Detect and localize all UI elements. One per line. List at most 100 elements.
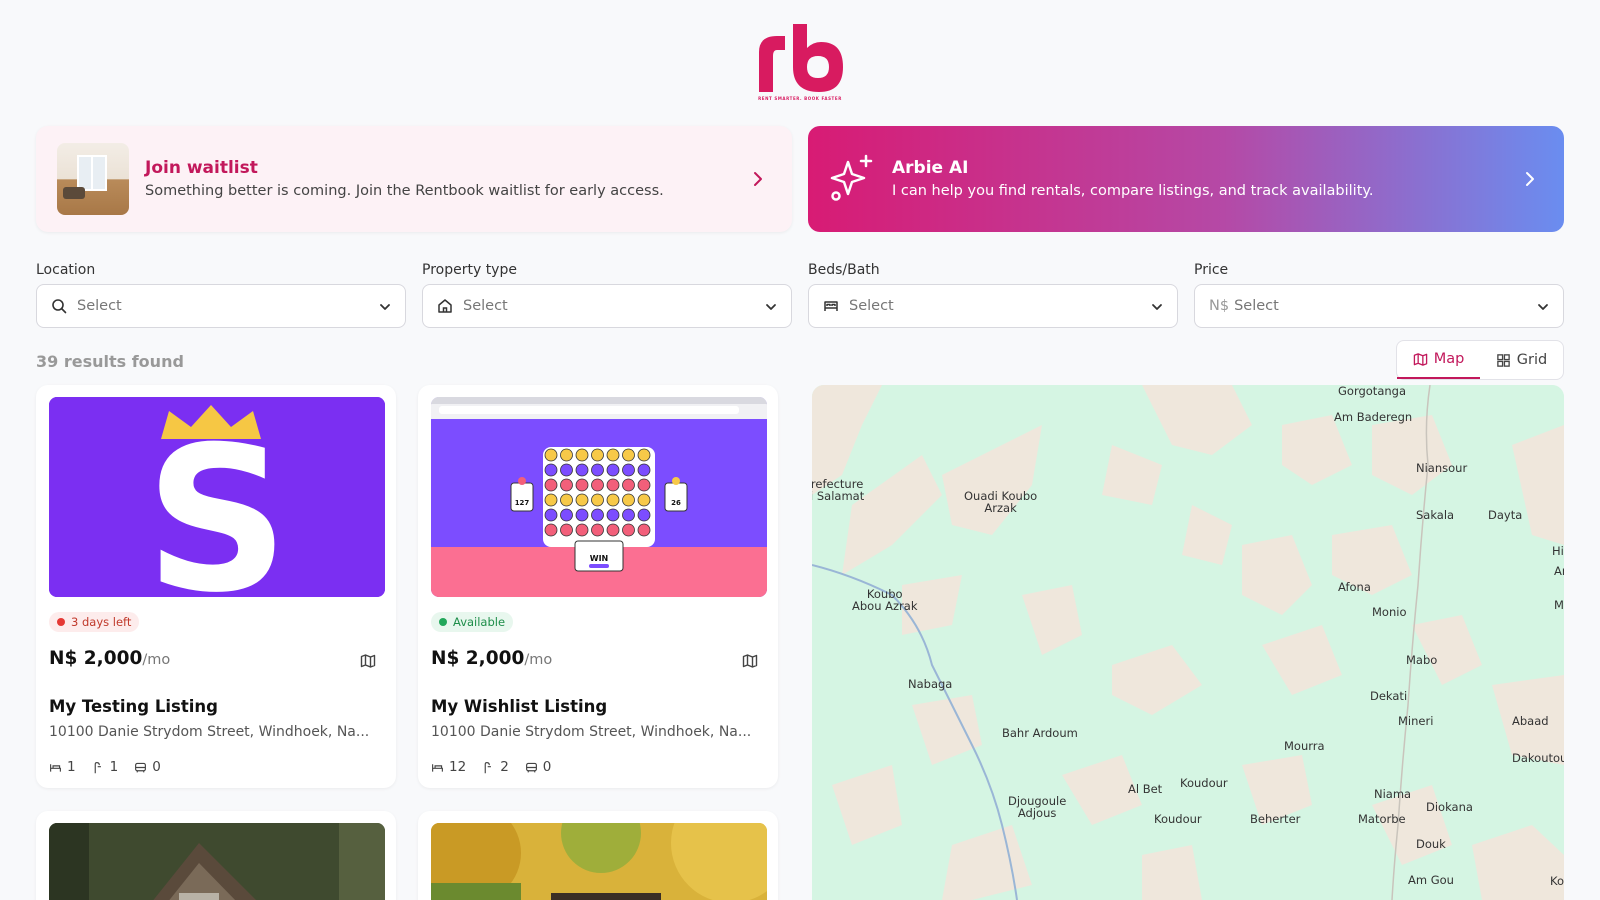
game-disc [591,523,604,537]
map-place-label: refecture i Salamat [812,477,865,503]
listing-title[interactable]: My Wishlist Listing [431,697,607,716]
chevron-down-icon [1152,304,1162,310]
parking-count: 0 [525,759,551,775]
game-screenshot-image: 127 26 WIN [431,397,767,597]
map-place-label: Koudour [1180,776,1228,790]
map-place-label: Mineri [1398,714,1434,728]
baths-value: 2 [500,759,509,775]
game-disc [544,463,558,477]
property-type-placeholder: Select [463,298,508,314]
game-disc [591,508,604,522]
status-badge: 3 days left [49,612,140,632]
status-text: 3 days left [71,615,132,629]
game-disc [606,463,620,477]
map-place-label: Afona [1338,580,1371,594]
price-label: Price [1194,262,1229,278]
listing-title[interactable]: My Testing Listing [49,697,218,716]
baths-count: 1 [92,759,119,775]
status-badge: Available [431,612,514,632]
map-place-label: Monio [1372,605,1407,619]
game-disc [606,448,620,462]
map-place-label: Al Bet [1128,782,1163,796]
listing-card[interactable]: 127 26 WIN Available N$ 2,000/mo My Wish… [418,385,778,788]
game-disc [560,463,573,477]
listing-image [49,823,385,900]
shower-icon [484,761,492,773]
price-placeholder: Select [1234,298,1279,314]
game-disc [606,508,620,522]
game-disc [591,448,604,462]
arbie-ai-banner[interactable]: Arbie AI I can help you find rentals, co… [808,126,1564,232]
game-disc [622,448,635,462]
game-disc [575,463,589,477]
map-place-label: Mabo [1554,598,1564,612]
map-place-label: Niansour [1416,461,1468,475]
beds-value: 12 [449,759,467,775]
listing-card[interactable] [418,811,778,900]
baths-value: 1 [109,759,119,775]
beds-bath-select[interactable]: Select [808,284,1178,328]
game-disc [560,478,573,492]
game-disc [544,523,558,537]
map-place-label: Mabo [1406,653,1438,667]
svg-text:S: S [145,404,289,597]
map-icon[interactable] [742,653,758,669]
s-brand-image: S [49,397,385,597]
game-disc [606,478,620,492]
map-view-button[interactable]: Map [1397,341,1480,379]
property-type-label: Property type [422,262,517,278]
map-place-label: Nabaga [908,677,953,691]
chevron-down-icon [380,304,390,310]
chevron-right-icon [1526,172,1534,186]
location-select[interactable]: Select [36,284,406,328]
car-icon [135,762,147,772]
game-disc [622,523,635,537]
listing-card[interactable]: S 3 days left N$ 2,000/mo My Testing Lis… [36,385,396,788]
game-disc [637,448,651,462]
logo-tagline: RENT SMARTER. BOOK FASTER [758,96,842,101]
join-waitlist-banner[interactable]: Join waitlist Something better is coming… [36,126,792,232]
bed-icon [432,763,443,772]
search-icon [52,299,67,314]
bed-icon [824,301,838,311]
price-filter: Price N$ Select [1194,262,1564,328]
price-select[interactable]: N$ Select [1194,284,1564,328]
beds-bath-placeholder: Select [849,298,894,314]
map-place-label: Hidjelid [1552,544,1564,558]
map-place-label: Niama [1374,787,1412,801]
map-place-label: Am Mal [1554,564,1564,578]
grid-view-button[interactable]: Grid [1480,341,1563,379]
rentbook-logo[interactable]: RENT SMARTER. BOOK FASTER [754,22,846,104]
beds-value: 1 [67,759,76,775]
game-disc [575,493,589,507]
map-place-label: Koudour [1154,812,1202,826]
score-right: 26 [671,499,681,507]
waitlist-thumbnail [57,143,129,215]
map-place-label: Matorbe [1358,812,1406,826]
map-place-label: Am Gou [1408,873,1454,887]
game-result: WIN [590,554,609,563]
map-icon[interactable] [360,653,376,669]
game-disc [575,508,589,522]
game-disc [591,478,604,492]
listing-address: 10100 Danie Strydom Street, Windhoek, Na… [431,724,752,740]
cabin-photo [49,823,385,900]
game-disc [544,448,558,462]
map-place-label: Douk [1416,837,1446,851]
game-disc [560,448,573,462]
listing-meta: 1 1 0 [49,759,177,775]
listing-card[interactable] [36,811,396,900]
score-left: 127 [515,499,530,507]
autumn-house-photo [431,823,767,900]
game-disc [606,523,620,537]
game-disc [544,493,558,507]
map-icon [1413,352,1427,366]
listing-image [431,823,767,900]
status-dot [57,618,65,626]
game-disc [637,493,651,507]
map-view[interactable]: Gorgotanga Am Baderegn Niansour refecture i… [812,385,1564,900]
currency-prefix: N$ [1209,298,1230,314]
property-type-select[interactable]: Select [422,284,792,328]
game-disc [544,508,558,522]
game-disc [622,508,635,522]
